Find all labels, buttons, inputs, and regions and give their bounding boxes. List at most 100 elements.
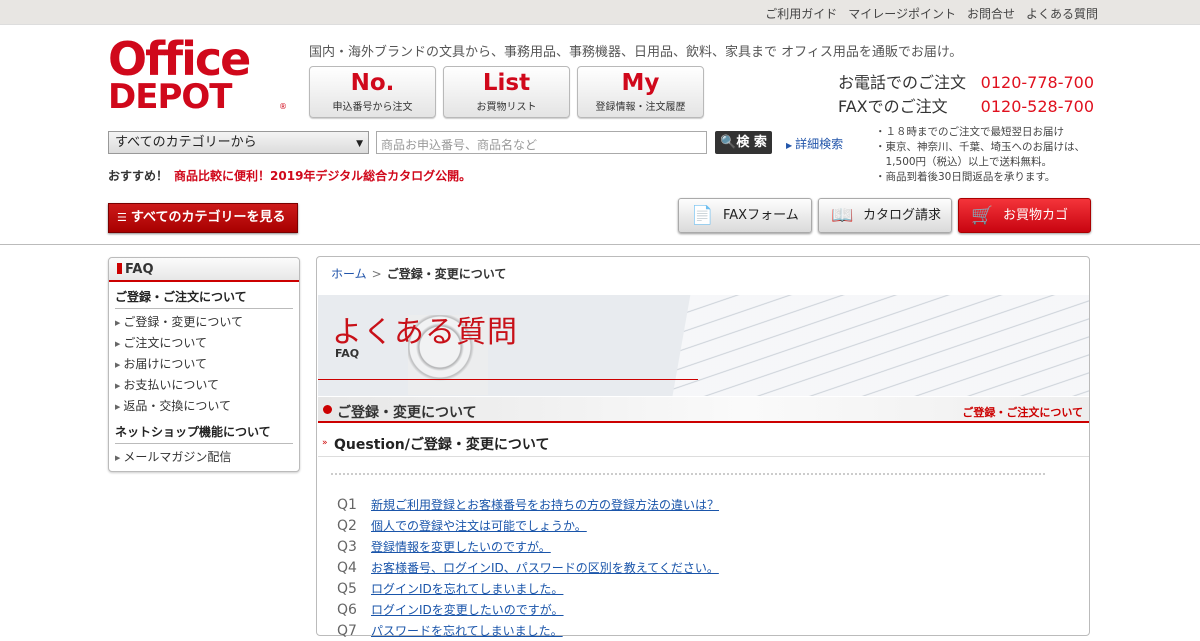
breadcrumb: ホーム > ご登録・変更について [331,265,506,282]
sidebar-item-label: お届けについて [123,357,208,371]
fax-form-label: FAXフォーム [723,208,799,223]
question-header-text: Question/ご登録・変更について [334,437,550,453]
triangle-icon: ▶ [115,361,121,369]
list-item: Q4 お客様番号、ログインID、パスワードの区別を教えてください。 [337,557,719,578]
cart-label: お買物カゴ [1003,208,1069,223]
my-page-button[interactable]: My 登録情報・注文履歴 [577,66,704,118]
sidebar-item-returns[interactable]: ▶ 返品・交換について [115,396,299,417]
note-line: ・１８時までのご注文で最短翌日お届け [875,126,1064,138]
document-icon: 📄 [691,205,714,226]
sidebar-item-mail-magazine[interactable]: ▶ メールマガジン配信 [115,447,299,468]
question-link[interactable]: 個人での登録や注文は可能でしょうか。 [371,517,587,534]
my-page-small: 登録情報・注文履歴 [595,102,686,113]
detail-search-link[interactable]: ▶ 詳細検索 [786,135,843,152]
office-depot-logo[interactable]: Office DEPOT ® [108,34,288,117]
sidebar-section-netshop: ネットショップ機能について [115,423,293,444]
site-tagline: 国内・海外ブランドの文具から、事務用品、事務機器、日用品、飲料、家具まで オフィ… [309,45,963,60]
sidebar-title: FAQ [109,258,299,282]
search-input[interactable]: 商品お申込番号、商品名など [376,131,707,154]
my-page-big: My [621,70,660,96]
question-number: Q2 [337,517,357,534]
header-divider [0,244,1200,245]
breadcrumb-home-link[interactable]: ホーム [331,267,367,281]
sidebar-item-label: メールマガジン配信 [123,450,232,464]
catalog-request-button[interactable]: 📖 カタログ請求 [818,198,952,233]
question-link[interactable]: ログインIDを忘れてしまいました。 [371,580,563,597]
note-line: ・商品到着後30日間返品を承ります。 [875,171,1056,183]
shopping-list-button[interactable]: List お買物リスト [443,66,570,118]
contact-numbers: お電話でのご注文 0120-778-700 FAXでのご注文 0120-528-… [838,71,1094,119]
phone-order-number: 0120-778-700 [980,73,1094,92]
triangle-icon: ▶ [115,454,121,462]
sidebar-item-label: 返品・交換について [123,399,232,413]
catalog-request-label: カタログ請求 [863,208,942,223]
search-button[interactable]: 🔍検 索 [715,131,772,154]
banner-subtitle: FAQ [335,347,360,360]
top-utility-bar: ご利用ガイド マイレージポイント お問合せ よくある質問 [0,0,1200,25]
catalog-promo-link[interactable]: 商品比較に便利！2019年デジタル総合カタログ公開。 [174,169,471,183]
list-item: Q5 ログインIDを忘れてしまいました。 [337,578,719,599]
shopping-list-big: List [482,70,531,96]
list-item: Q7 パスワードを忘れてしまいました。 [337,620,719,641]
section-title: ご登録・変更について [337,405,477,421]
section-parent-link[interactable]: ご登録・ご注文について [962,404,1083,420]
sidebar-item-delivery[interactable]: ▶ お届けについて [115,354,299,375]
question-link[interactable]: 登録情報を変更したいのですが。 [371,538,551,555]
all-categories-label: すべてのカテゴリーを見る [130,210,286,225]
fax-order-label: FAXでのご注文 [838,97,948,116]
mileage-link[interactable]: マイレージポイント [848,5,956,22]
question-link[interactable]: パスワードを忘れてしまいました。 [371,622,563,639]
search-icon: 🔍 [720,135,737,150]
question-number: Q1 [337,496,357,513]
bullet-icon [323,405,332,414]
order-by-number-button[interactable]: No. 申込番号から注文 [309,66,436,118]
list-item: Q1 新規ご利用登録とお客様番号をお持ちの方の登録方法の違いは？ [337,494,719,515]
order-by-number-big: No. [350,70,395,96]
arrow-right-icon: ▶ [786,141,793,150]
category-select-value: すべてのカテゴリーから [115,135,257,150]
banner-title: よくある質問 [332,315,518,350]
fax-form-button[interactable]: 📄 FAXフォーム [678,198,812,233]
cart-button[interactable]: 🛒 お買物カゴ [958,198,1091,233]
shopping-list-small: お買物リスト [476,102,537,113]
recommend-label: おすすめ！ [108,169,169,183]
book-icon: 📖 [831,205,854,226]
faq-link[interactable]: よくある質問 [1026,5,1098,22]
detail-search-label: 詳細検索 [795,137,844,151]
breadcrumb-current: ご登録・変更について [386,267,507,281]
question-header: » Question/ご登録・変更について [318,429,1089,457]
sidebar-item-payment[interactable]: ▶ お支払いについて [115,375,299,396]
fax-order-number: 0120-528-700 [980,97,1094,116]
question-number: Q5 [337,580,357,597]
logo-line2: DEPOT [108,77,232,117]
breadcrumb-separator: > [371,267,382,281]
list-icon: ☰ [117,211,127,224]
notebook-paper-image [662,295,1089,396]
question-number: Q4 [337,559,357,576]
question-number: Q7 [337,622,357,639]
top-links: ご利用ガイド マイレージポイント お問合せ よくある質問 [765,5,1098,22]
question-number: Q6 [337,601,357,618]
faq-main-panel: ホーム > ご登録・変更について よくある質問 FAQ ご登録・変更について ご登録… [316,256,1090,639]
triangle-icon: ▶ [115,403,121,411]
question-link[interactable]: ログインIDを変更したいのですが。 [371,601,564,618]
question-link[interactable]: 新規ご利用登録とお客様番号をお持ちの方の登録方法の違いは？ [371,496,719,513]
dotted-divider [331,473,1045,475]
list-item: Q3 登録情報を変更したいのですが。 [337,536,719,557]
guide-link[interactable]: ご利用ガイド [765,5,837,22]
note-line: 1,500円（税込）以上で送料無料。 [875,156,1053,168]
search-placeholder: 商品お申込番号、商品名など [381,138,538,152]
sidebar-title-text: FAQ [125,262,154,277]
category-select[interactable]: すべてのカテゴリーから ▼ [108,131,369,154]
search-button-label: 検 索 [736,135,767,150]
question-link[interactable]: お客様番号、ログインID、パスワードの区別を教えてください。 [371,559,719,576]
all-categories-button[interactable]: ☰ すべてのカテゴリーを見る [108,203,298,233]
phone-order-label: お電話でのご注文 [838,73,967,92]
sidebar-item-registration-change[interactable]: ▶ ご登録・変更について [115,312,299,333]
sidebar-item-label: お支払いについて [123,378,220,392]
contact-link[interactable]: お問合せ [967,5,1015,22]
list-item: Q2 個人での登録や注文は可能でしょうか。 [337,515,719,536]
faq-sidebar: FAQ ご登録・ご注文について ▶ ご登録・変更について ▶ ご注文について ▶ お届… [108,257,300,472]
question-list: Q1 新規ご利用登録とお客様番号をお持ちの方の登録方法の違いは？ Q2 個人での登録… [337,494,719,641]
sidebar-item-order[interactable]: ▶ ご注文について [115,333,299,354]
